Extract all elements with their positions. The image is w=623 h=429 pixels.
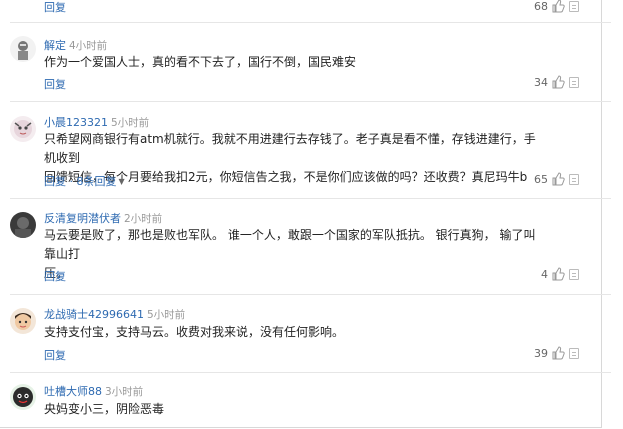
report-icon[interactable] <box>569 269 579 280</box>
comment-meta: 解定 4小时前 <box>44 37 107 53</box>
comment-item: 小晨123321 5小时前 只希望网商银行有atm机就行。我就不用进建行去存钱了。… <box>0 108 601 198</box>
comment-text: 作为一个爱国人士，真的看不下去了，国行不倒，国民难安 <box>44 55 357 69</box>
timestamp: 3小时前 <box>105 386 144 398</box>
like-button[interactable]: 65 <box>534 172 565 186</box>
comment-text: 马云要是败了，那也是败也军队。 谁一个人，敢跟一个国家的军队抵抗。 银行真狗， … <box>44 226 544 283</box>
username-link[interactable]: 反清复明潜伏者 <box>44 212 121 225</box>
timestamp: 5小时前 <box>111 117 150 129</box>
comment-meta: 小晨123321 5小时前 <box>44 114 149 130</box>
view-replies-link[interactable]: 8条回复 <box>77 175 117 188</box>
divider <box>10 294 611 295</box>
thumbs-up-icon[interactable] <box>551 267 565 281</box>
timestamp: 2小时前 <box>124 213 163 225</box>
avatar[interactable] <box>10 384 36 410</box>
report-icon[interactable] <box>569 348 579 359</box>
comment-text-line: 只希望网商银行有atm机就行。我就不用进建行去存钱了。老子真是看不懂，存钱进建行… <box>44 132 536 165</box>
like-count: 65 <box>534 172 548 186</box>
report-icon[interactable] <box>569 174 579 185</box>
like-button[interactable]: 34 <box>534 75 565 89</box>
comment-text-line: 马云要是败了，那也是败也军队。 谁一个人，敢跟一个国家的军队抵抗。 银行真狗， … <box>44 228 536 261</box>
timestamp: 5小时前 <box>147 309 186 321</box>
reply-link[interactable]: 回复 <box>44 347 66 363</box>
avatar[interactable] <box>10 116 36 142</box>
comment-text: 央妈变小三，阴险恶毒 <box>44 402 165 416</box>
reply-link[interactable]: 回复 <box>44 0 66 15</box>
username-link[interactable]: 小晨123321 <box>44 116 108 129</box>
like-count: 4 <box>541 267 548 281</box>
username-link[interactable]: 解定 <box>44 39 66 52</box>
comment-actions: 回复 · 8条回复 ▼ <box>44 175 125 188</box>
comment-text: 支持支付宝，支持马云。收费对我来说，没有任何影响。 <box>44 325 345 339</box>
divider <box>10 101 611 102</box>
comment-item: 解定 4小时前 作为一个爱国人士，真的看不下去了，国行不倒，国民难安 回复 34 <box>0 28 601 98</box>
like-button[interactable]: 68 <box>534 0 565 13</box>
like-count: 39 <box>534 346 548 360</box>
comment-text-line: 压。 <box>44 266 69 280</box>
avatar[interactable] <box>10 212 36 238</box>
chevron-down-icon[interactable]: ▼ <box>119 177 125 186</box>
comment-meta: 反清复明潜伏者 2小时前 <box>44 210 162 226</box>
divider <box>10 22 611 23</box>
like-button[interactable]: 4 <box>541 267 565 281</box>
comment-meta: 龙战骑士42996641 5小时前 <box>44 306 185 322</box>
like-button[interactable]: 39 <box>534 346 565 360</box>
comment-item: 反清复明潜伏者 2小时前 马云要是败了，那也是败也军队。 谁一个人，敢跟一个国家的… <box>0 204 601 290</box>
thumbs-up-icon[interactable] <box>551 172 565 186</box>
username-link[interactable]: 吐槽大师88 <box>44 385 102 398</box>
like-count: 34 <box>534 75 548 89</box>
divider <box>10 372 611 373</box>
reply-link[interactable]: 回复 <box>44 76 66 92</box>
like-count: 68 <box>534 0 548 13</box>
comment-meta: 吐槽大师88 3小时前 <box>44 383 143 399</box>
comment-item: 龙战骑士42996641 5小时前 支持支付宝，支持马云。收费对我来说，没有任何影… <box>0 300 601 370</box>
username-link[interactable]: 龙战骑士42996641 <box>44 308 144 321</box>
comment-item: 吐槽大师88 3小时前 央妈变小三，阴险恶毒 <box>0 378 601 428</box>
divider <box>10 198 611 199</box>
report-icon[interactable] <box>569 1 579 12</box>
timestamp: 4小时前 <box>69 40 108 52</box>
reply-link[interactable]: 回复 <box>44 268 66 284</box>
avatar[interactable] <box>10 308 36 334</box>
thumbs-up-icon[interactable] <box>551 346 565 360</box>
thumbs-up-icon[interactable] <box>551 0 565 13</box>
thumbs-up-icon[interactable] <box>551 75 565 89</box>
avatar[interactable] <box>10 36 36 62</box>
reply-link[interactable]: 回复 <box>44 175 66 188</box>
report-icon[interactable] <box>569 77 579 88</box>
